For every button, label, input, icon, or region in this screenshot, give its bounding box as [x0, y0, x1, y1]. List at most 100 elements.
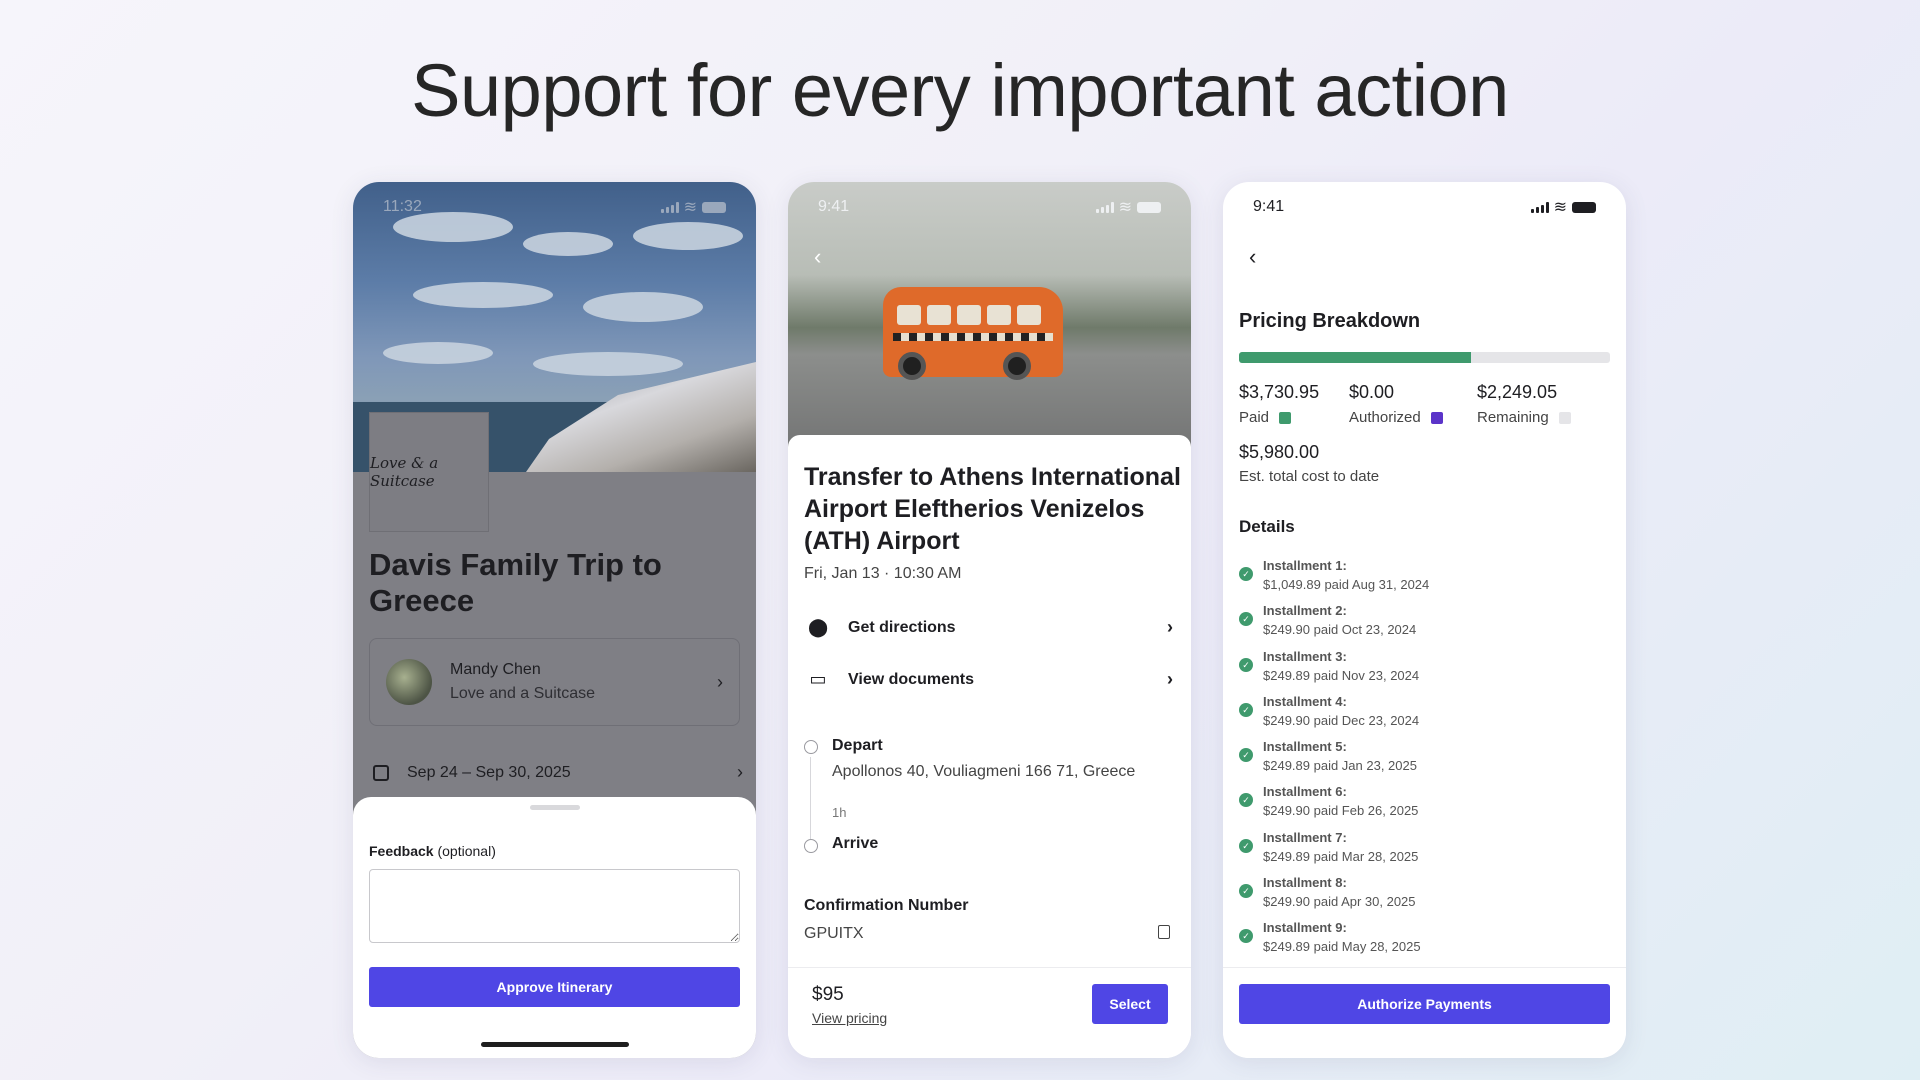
- check-circle-icon: ✓: [1239, 702, 1253, 717]
- agent-org: Love and a Suitcase: [450, 685, 595, 702]
- check-circle-icon: ✓: [1239, 748, 1253, 763]
- authorize-payments-button[interactable]: Authorize Payments: [1239, 984, 1610, 1024]
- status-time: 9:41: [818, 198, 850, 215]
- installment-detail: $249.90 paid Feb 26, 2025: [1263, 803, 1419, 819]
- paid-block: $3,730.95 Paid: [1239, 382, 1319, 426]
- installment-row: ✓ Installment 3: $249.89 paid Nov 23, 2024: [1239, 649, 1610, 694]
- battery-icon: [1137, 201, 1161, 213]
- installment-name: Installment 3:: [1263, 648, 1347, 664]
- installment-name: Installment 4:: [1263, 693, 1347, 709]
- back-chevron-icon[interactable]: ‹: [814, 244, 821, 270]
- view-pricing-link[interactable]: View pricing: [812, 1010, 887, 1026]
- depart-dot: [804, 740, 818, 754]
- wifi-icon: ≋: [1553, 199, 1567, 216]
- installment-name: Installment 9:: [1263, 920, 1347, 936]
- installment-row: ✓ Installment 4: $249.90 paid Dec 23, 2024: [1239, 694, 1610, 739]
- agent-card[interactable]: Mandy Chen Love and a Suitcase ›: [369, 638, 740, 726]
- status-bar: 11:32 ≋: [353, 182, 756, 232]
- date-range: Sep 24 – Sep 30, 2025: [407, 763, 571, 781]
- date-range-row[interactable]: Sep 24 – Sep 30, 2025 ›: [373, 762, 743, 783]
- feedback-sheet: Feedback (optional) Approve Itinerary: [353, 797, 756, 1058]
- payment-progress-bar: [1239, 352, 1610, 363]
- back-chevron-icon[interactable]: ‹: [1249, 244, 1256, 270]
- status-time: 9:41: [1253, 198, 1285, 215]
- get-directions-row[interactable]: ⬤ Get directions ›: [808, 617, 1173, 638]
- installment-name: Installment 6:: [1263, 784, 1347, 800]
- feedback-input[interactable]: [369, 869, 740, 943]
- installment-detail: $249.90 paid Dec 23, 2024: [1263, 712, 1420, 728]
- view-documents-label: View documents: [848, 670, 974, 688]
- installment-row: ✓ Installment 8: $249.90 paid Apr 30, 2025: [1239, 875, 1610, 920]
- approve-itinerary-button[interactable]: Approve Itinerary: [369, 967, 740, 1007]
- installment-row: ✓ Installment 9: $249.89 paid May 28, 2025: [1239, 920, 1610, 964]
- installment-row: ✓ Installment 5: $249.89 paid Jan 23, 2025: [1239, 739, 1610, 784]
- installment-detail: $249.89 paid Jan 23, 2025: [1263, 758, 1417, 774]
- signal-icon: [660, 201, 679, 213]
- check-circle-icon: ✓: [1239, 612, 1253, 627]
- total-label: Est. total cost to date: [1239, 468, 1380, 485]
- copy-icon[interactable]: [1158, 925, 1170, 939]
- confirmation-number: GPUITX: [804, 925, 864, 942]
- remaining-swatch: [1558, 411, 1571, 424]
- phone-pricing-breakdown: 9:41 ≋ ‹ Pricing Breakdown $3,730.95 Pai…: [1223, 182, 1626, 1058]
- transfer-title: Transfer to Athens International Airport…: [804, 463, 1181, 555]
- phone-transfer-detail: 9:41 ≋ ‹ Transfer to Athens Internationa…: [788, 182, 1191, 1058]
- wifi-icon: ≋: [683, 199, 697, 216]
- transfer-date: Fri, Jan 13 · 10:30 AM: [804, 565, 962, 582]
- agent-name: Mandy Chen: [450, 661, 541, 678]
- feedback-label: Feedback (optional): [369, 843, 496, 859]
- price: $95: [812, 984, 844, 1005]
- chevron-right-icon: ›: [737, 762, 743, 782]
- location-pin-icon: ⬤: [808, 617, 829, 637]
- installment-row: ✓ Installment 1: $1,049.89 paid Aug 31, 20…: [1239, 558, 1610, 603]
- status-time: 11:32: [383, 198, 422, 215]
- check-circle-icon: ✓: [1239, 567, 1253, 581]
- remaining-block: $2,249.05 Remaining: [1477, 382, 1571, 426]
- check-circle-icon: ✓: [1239, 657, 1253, 672]
- view-documents-row[interactable]: ▭ View documents ›: [808, 669, 1173, 690]
- trip-duration: 1h: [832, 805, 847, 820]
- check-circle-icon: ✓: [1239, 793, 1253, 808]
- status-bar: 9:41 ≋: [788, 182, 1191, 232]
- pricing-title: Pricing Breakdown: [1239, 310, 1421, 332]
- signal-icon: [1530, 201, 1549, 213]
- installment-name: Installment 7:: [1263, 829, 1347, 845]
- chevron-right-icon: ›: [1167, 669, 1173, 689]
- battery-icon: [1572, 201, 1596, 213]
- wifi-icon: ≋: [1118, 199, 1132, 216]
- check-circle-icon: ✓: [1239, 838, 1253, 853]
- agency-logo: Love & a Suitcase: [369, 412, 489, 532]
- price-footer: $95 View pricing Select: [788, 967, 1191, 1058]
- battery-icon: [702, 201, 726, 213]
- installment-detail: $249.89 paid Nov 23, 2024: [1263, 667, 1420, 683]
- authorized-block: $0.00 Authorized: [1349, 382, 1443, 426]
- sheet-grabber[interactable]: [530, 805, 580, 810]
- arrive-label: Arrive: [832, 835, 879, 852]
- paid-swatch: [1279, 411, 1292, 424]
- installment-detail: $249.89 paid May 28, 2025: [1263, 939, 1421, 955]
- depart-address: Apollonos 40, Vouliagmeni 166 71, Greece: [832, 763, 1136, 780]
- installment-list: ✓ Installment 1: $1,049.89 paid Aug 31, 20…: [1239, 558, 1610, 964]
- progress-fill-paid: [1239, 352, 1471, 363]
- remaining-label: Remaining: [1477, 409, 1549, 426]
- installment-detail: $1,049.89 paid Aug 31, 2024: [1263, 577, 1430, 592]
- authorized-swatch: [1430, 411, 1443, 424]
- authorized-label: Authorized: [1349, 409, 1421, 426]
- page-headline: Support for every important action: [411, 49, 1509, 132]
- select-button[interactable]: Select: [1092, 984, 1168, 1024]
- authorize-footer: Authorize Payments: [1223, 967, 1626, 1058]
- phone-itinerary-approval: 11:32 ≋ Love & a Suitcase Davis Family T…: [353, 182, 756, 1058]
- chevron-right-icon: ›: [1167, 617, 1173, 637]
- paid-label: Paid: [1239, 409, 1270, 426]
- installment-detail: $249.90 paid Oct 23, 2024: [1263, 622, 1417, 638]
- home-indicator: [481, 1042, 629, 1047]
- transfer-card: Transfer to Athens International Airport…: [788, 435, 1191, 1058]
- get-directions-label: Get directions: [848, 618, 956, 636]
- signal-icon: [1095, 201, 1114, 213]
- installment-name: Installment 5:: [1263, 739, 1347, 755]
- confirmation-label: Confirmation Number: [804, 897, 969, 914]
- check-circle-icon: ✓: [1239, 884, 1253, 899]
- depart-label: Depart: [832, 737, 883, 754]
- installment-name: Installment 8:: [1263, 875, 1347, 891]
- installment-detail: $249.89 paid Mar 28, 2025: [1263, 848, 1419, 864]
